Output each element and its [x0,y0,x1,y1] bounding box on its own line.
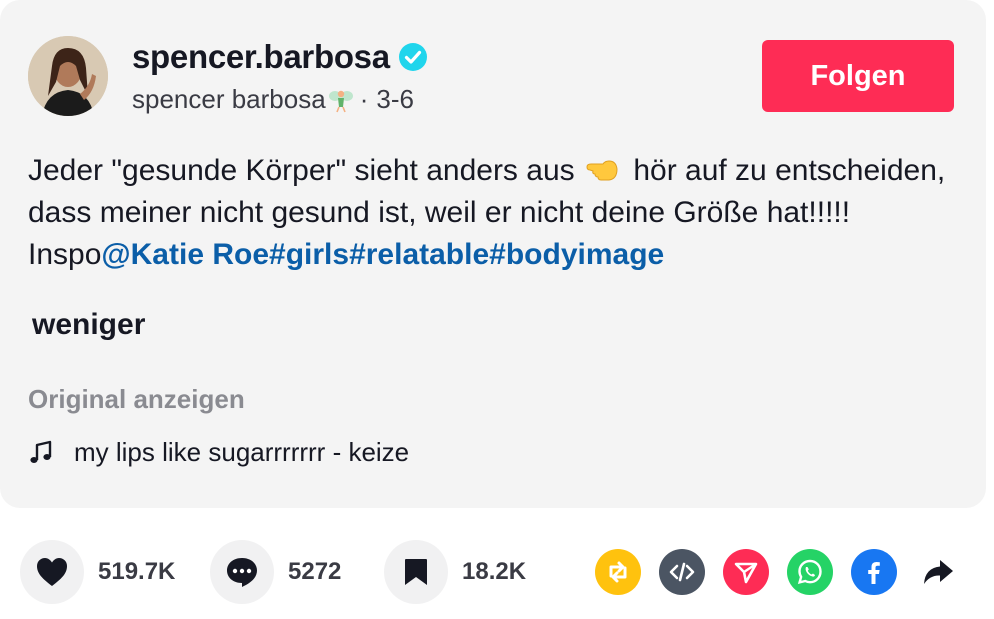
share-arrow-icon [924,560,953,584]
show-less-button[interactable]: weniger [32,308,145,342]
action-bar: 519.7K 5272 18.2K [0,540,994,606]
favorite-action[interactable]: 18.2K [384,540,526,604]
post-date: 3-6 [376,84,414,114]
bookmark-icon [405,559,427,585]
description-text: Jeder "gesunde Körper" sieht anders aus [28,154,575,187]
more-share-button[interactable] [915,549,961,595]
comment-count: 5272 [288,558,342,585]
hashtag-link[interactable]: #relatable [349,238,489,271]
date-separator: · [359,84,369,114]
follow-button[interactable]: Folgen [762,40,954,112]
repost-button[interactable] [595,549,641,595]
verified-badge-icon [398,43,427,71]
facebook-button[interactable] [851,549,897,595]
heart-icon [37,558,67,586]
hashtag-link[interactable]: #girls [269,238,349,271]
hashtag-link[interactable]: #bodyimage [489,238,664,271]
mention-link[interactable]: @Katie Roe [101,238,269,271]
favorite-count: 18.2K [462,558,527,585]
music-title: my lips like sugarrrrrrr - keize [74,437,410,467]
send-to-friends-button[interactable] [723,549,769,595]
embed-icon [669,562,695,582]
favorite-button[interactable] [384,540,448,604]
like-action[interactable]: 519.7K [20,540,175,604]
repost-icon [609,561,627,583]
backhand-index-pointing-left-icon [586,160,618,181]
comment-icon [227,558,257,587]
embed-button[interactable] [659,549,705,595]
profile-photo [28,36,108,116]
fairy-emoji-icon [328,90,353,112]
video-description: Jeder "gesunde Körper" sieht anders aus … [28,150,948,276]
facebook-icon [868,562,880,584]
like-count: 519.7K [98,558,176,585]
author-username[interactable]: spencer.barbosa [132,38,390,76]
video-description-card: spencer.barbosa spencer barbosa · 3-6 Fo… [0,0,986,508]
comment-button[interactable] [210,540,274,604]
author-header: spencer.barbosa [132,38,428,76]
author-display-name: spencer barbosa [132,84,326,114]
whatsapp-button[interactable] [787,549,833,595]
author-avatar[interactable] [28,36,108,116]
send-to-friends-icon [734,562,758,584]
whatsapp-icon [797,559,822,585]
comment-action[interactable]: 5272 [210,540,341,604]
author-subline: spencer barbosa · 3-6 [132,84,414,115]
like-button[interactable] [20,540,84,604]
music-link[interactable]: my lips like sugarrrrrrr - keize [28,437,409,468]
see-original-button[interactable]: Original anzeigen [28,384,245,415]
music-note-icon [30,440,52,463]
